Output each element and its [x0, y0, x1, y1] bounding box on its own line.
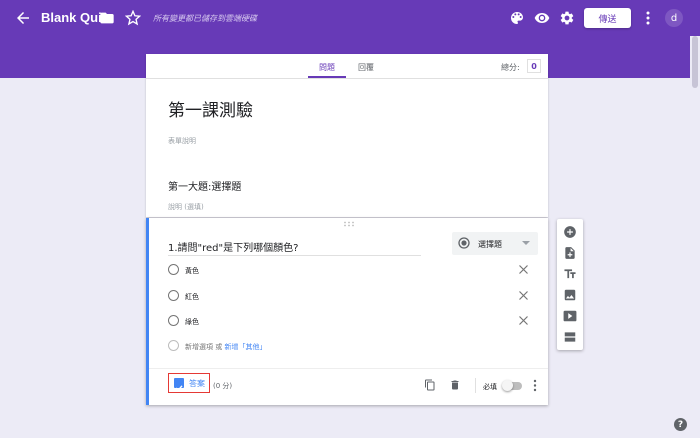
radio-circle-icon	[168, 264, 179, 275]
caret-down-icon	[522, 240, 530, 246]
option-row[interactable]: 綠色	[168, 313, 540, 329]
preview-eye-icon[interactable]	[534, 10, 550, 26]
scrollbar-thumb[interactable]	[692, 36, 698, 88]
answer-key-button[interactable]: 答案	[168, 373, 210, 393]
form-description-field[interactable]: 表單說明	[168, 136, 196, 146]
radio-circle-icon	[168, 315, 179, 326]
total-points-value: 0	[527, 59, 541, 73]
radio-circle-icon	[168, 340, 179, 351]
drag-handle-icon[interactable]	[343, 221, 355, 227]
footer-divider	[149, 368, 548, 369]
add-question-icon[interactable]	[563, 225, 577, 239]
add-option-text: 新增選項 或 新增「其他」	[185, 342, 266, 352]
or-text: 或	[215, 343, 223, 351]
points-text: (0 分)	[213, 382, 233, 390]
help-icon[interactable]: ?	[674, 418, 687, 431]
toggle-knob[interactable]	[502, 380, 513, 391]
question-card[interactable]: 1.請問"red"是下列哪個顏色? 選擇題 黃色 紅色 綠色 新增選項 或 新增…	[146, 218, 548, 405]
add-title-icon[interactable]	[563, 267, 577, 281]
import-questions-icon[interactable]	[563, 246, 577, 260]
checkbox-checked-icon	[174, 378, 184, 392]
settings-gear-icon[interactable]	[559, 10, 575, 26]
folder-icon[interactable]	[99, 10, 115, 26]
active-tab-indicator	[308, 76, 346, 78]
footer-vertical-divider	[475, 378, 476, 393]
duplicate-icon[interactable]	[424, 379, 436, 391]
section-title[interactable]: 第一大題:選擇題	[168, 178, 241, 193]
radio-circle-icon	[168, 290, 179, 301]
radio-button-checked-icon	[458, 237, 470, 249]
side-toolbar	[557, 219, 583, 350]
add-other-link[interactable]: 新增「其他」	[224, 343, 266, 351]
form-header-card: 問題 回覆 總分: 0 第一課測驗 表單說明 第一大題:選擇題 說明 (選填)	[146, 54, 548, 217]
answer-key-label: 答案	[189, 379, 205, 388]
close-icon[interactable]	[518, 315, 529, 326]
back-arrow-icon[interactable]	[14, 9, 32, 27]
option-row[interactable]: 紅色	[168, 288, 540, 304]
question-type-select[interactable]: 選擇題	[452, 232, 538, 255]
add-image-icon[interactable]	[563, 288, 577, 302]
scrollbar-track[interactable]	[690, 36, 700, 438]
trash-icon[interactable]	[449, 379, 461, 391]
tab-responses[interactable]: 回覆	[358, 62, 374, 73]
question-title-input[interactable]: 1.請問"red"是下列哪個顏色?	[168, 239, 421, 256]
add-option-row[interactable]: 新增選項 或 新增「其他」	[168, 338, 540, 354]
tabs-row: 問題 回覆 總分: 0	[146, 54, 548, 79]
more-vert-icon[interactable]	[532, 379, 538, 392]
more-vert-icon[interactable]	[642, 10, 654, 26]
close-icon[interactable]	[518, 264, 529, 275]
option-label[interactable]: 黃色	[185, 266, 199, 276]
required-toggle[interactable]	[502, 380, 522, 391]
account-avatar[interactable]: d	[665, 9, 683, 27]
section-description-field[interactable]: 說明 (選填)	[168, 202, 204, 212]
palette-icon[interactable]	[509, 10, 525, 26]
star-icon[interactable]	[125, 10, 141, 26]
add-video-icon[interactable]	[563, 309, 577, 323]
add-section-icon[interactable]	[563, 330, 577, 344]
add-option-link[interactable]: 新增選項	[185, 343, 213, 351]
total-points-label: 總分:	[501, 63, 520, 72]
option-label[interactable]: 綠色	[185, 317, 199, 327]
close-icon[interactable]	[518, 290, 529, 301]
option-row[interactable]: 黃色	[168, 262, 540, 278]
send-button[interactable]: 傳送	[584, 8, 631, 28]
form-title[interactable]: 第一課測驗	[168, 96, 253, 121]
question-type-label: 選擇題	[478, 240, 502, 249]
required-label: 必填	[483, 383, 497, 391]
tab-questions[interactable]: 問題	[319, 62, 335, 73]
save-status-text: 所有變更都已儲存到雲端硬碟	[153, 14, 257, 23]
option-label[interactable]: 紅色	[185, 292, 199, 302]
